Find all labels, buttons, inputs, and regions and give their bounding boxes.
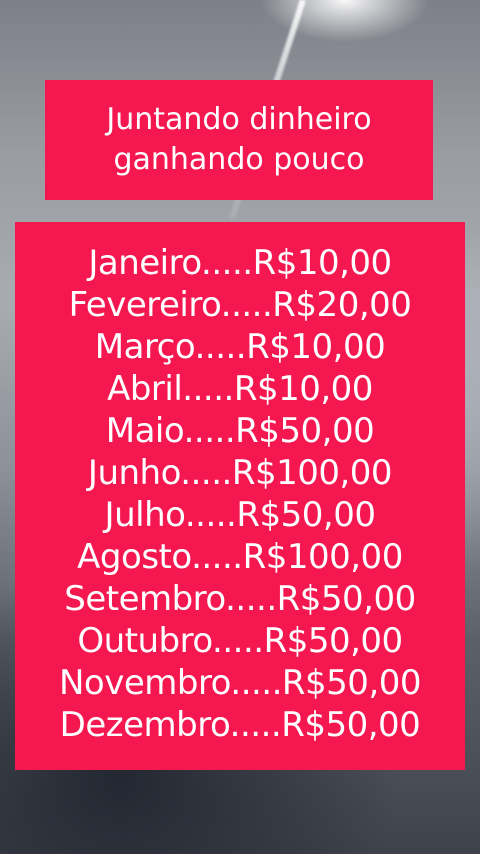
list-item-outubro: Outubro.....R$50,00	[77, 621, 403, 661]
title-line-1: Juntando dinheiro	[106, 102, 372, 137]
list-item-janeiro: Janeiro.....R$10,00	[88, 243, 392, 283]
list-item-agosto: Agosto.....R$100,00	[77, 537, 403, 577]
list-item-julho: Julho.....R$50,00	[104, 495, 376, 535]
list-item-marco: Março.....R$10,00	[94, 327, 386, 367]
savings-list: Janeiro.....R$10,00 Fevereiro.....R$20,0…	[15, 222, 465, 770]
list-item-dezembro: Dezembro.....R$50,00	[59, 705, 421, 745]
list-item-fevereiro: Fevereiro.....R$20,00	[68, 285, 412, 325]
title-line-2: ganhando pouco	[113, 142, 365, 177]
list-item-junho: Junho.....R$100,00	[87, 453, 393, 493]
list-item-abril: Abril.....R$10,00	[107, 369, 373, 409]
list-item-maio: Maio.....R$50,00	[105, 411, 375, 451]
title-box: Juntando dinheiro ganhando pouco	[45, 80, 433, 200]
list-item-novembro: Novembro.....R$50,00	[58, 663, 422, 703]
list-item-setembro: Setembro.....R$50,00	[64, 579, 416, 619]
